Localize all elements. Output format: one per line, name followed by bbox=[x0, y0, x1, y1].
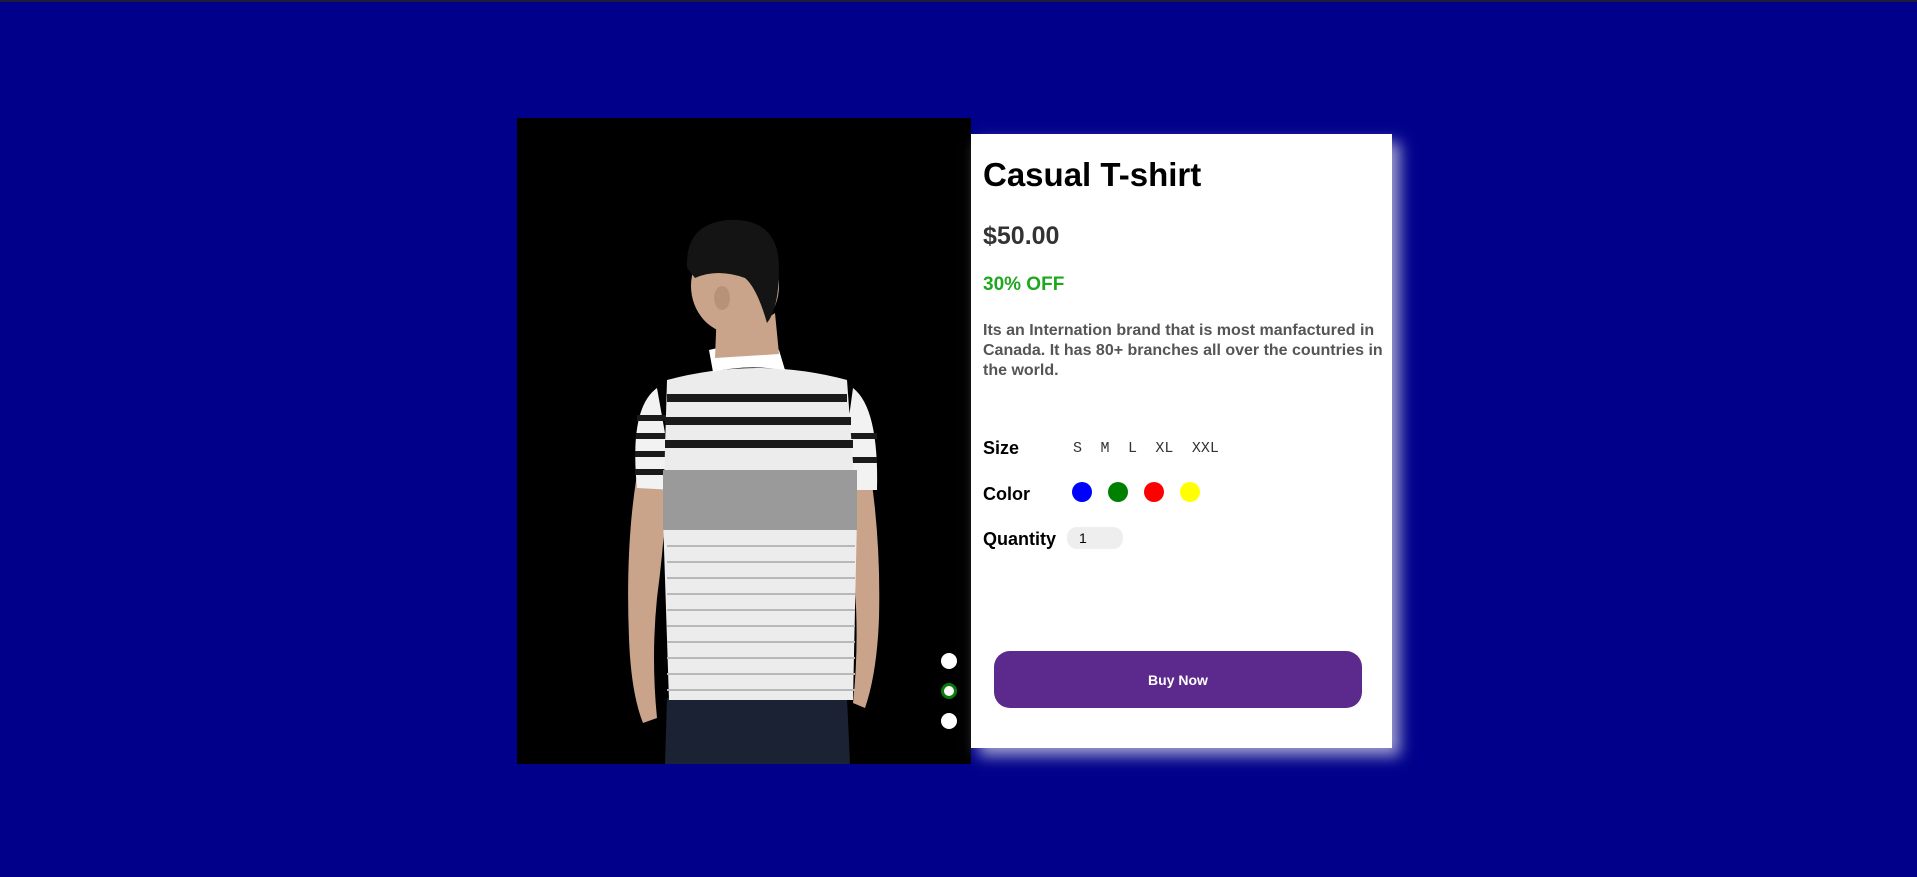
discount-badge: 30% OFF bbox=[983, 274, 1065, 295]
size-option-xxl[interactable]: XXL bbox=[1192, 440, 1219, 457]
size-label: Size bbox=[983, 438, 1020, 458]
carousel-dot-2[interactable] bbox=[941, 683, 957, 699]
color-swatch-yellow[interactable] bbox=[1180, 482, 1200, 502]
quantity-label: Quantity bbox=[983, 529, 1057, 549]
color-swatch-red[interactable] bbox=[1144, 482, 1164, 502]
product-details-card: Casual T-shirt $50.00 30% OFF Its an Int… bbox=[971, 134, 1392, 748]
product-description: Its an Internation brand that is most ma… bbox=[983, 322, 1383, 379]
color-swatch-green[interactable] bbox=[1108, 482, 1128, 502]
product-price: $50.00 bbox=[983, 222, 1060, 250]
color-swatch-blue[interactable] bbox=[1072, 482, 1092, 502]
model-back-view-image bbox=[628, 219, 880, 764]
size-option-s[interactable]: S bbox=[1073, 440, 1082, 457]
buy-now-button[interactable]: Buy Now bbox=[994, 651, 1362, 708]
size-option-m[interactable]: M bbox=[1100, 440, 1109, 457]
size-option-l[interactable]: L bbox=[1128, 440, 1137, 457]
carousel-dot-3[interactable] bbox=[941, 713, 957, 729]
quantity-input[interactable] bbox=[1067, 527, 1123, 549]
size-options: S M L XL XXL bbox=[1073, 439, 1233, 457]
carousel-dot-1[interactable] bbox=[941, 653, 957, 669]
product-title: Casual T-shirt bbox=[983, 156, 1202, 193]
color-label: Color bbox=[983, 484, 1030, 504]
top-border bbox=[0, 0, 1917, 2]
size-option-xl[interactable]: XL bbox=[1155, 440, 1173, 457]
product-photo bbox=[517, 118, 971, 764]
